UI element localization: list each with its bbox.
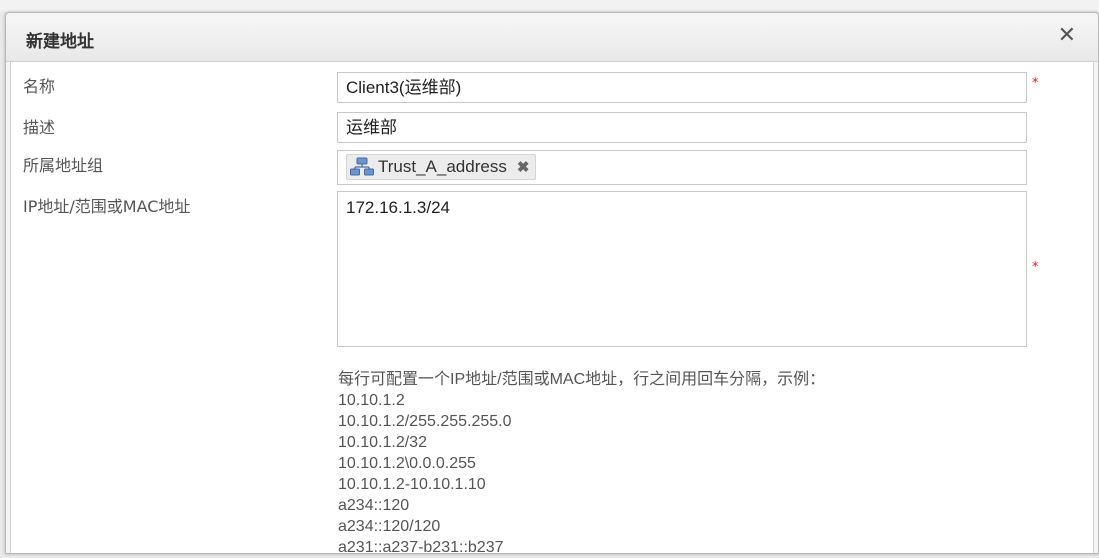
- ip-address-textarea[interactable]: 172.16.1.3/24: [337, 191, 1027, 347]
- dialog-title: 新建地址: [26, 32, 94, 52]
- hint-example: 10.10.1.2/32: [338, 434, 427, 451]
- name-required-mark: *: [1032, 76, 1039, 91]
- hint-example: a234::120: [338, 497, 410, 514]
- name-label: 名称: [23, 77, 56, 96]
- ip-address-label: IP地址/范围或MAC地址: [23, 197, 191, 216]
- address-group-label: 所属地址组: [23, 156, 104, 175]
- dialog-content: 名称 Client3(运维部) * 描述 运维部 所属地址组 Trust_A_a…: [10, 62, 1094, 556]
- dialog-titlebar: 新建地址 ✕: [6, 13, 1098, 62]
- hint-intro: 每行可配置一个IP地址/范围或MAC地址，行之间用回车分隔，示例：: [338, 371, 826, 388]
- ip-address-hint: 每行可配置一个IP地址/范围或MAC地址，行之间用回车分隔，示例： 10.10.…: [338, 369, 825, 558]
- name-input[interactable]: Client3(运维部): [337, 72, 1027, 103]
- description-label: 描述: [23, 118, 56, 137]
- remove-tag-icon[interactable]: ✖: [517, 158, 530, 176]
- ip-address-required-mark: *: [1032, 260, 1039, 275]
- hint-example: 10.10.1.2: [338, 392, 405, 409]
- hint-example: 10.10.1.2-10.10.1.10: [338, 476, 486, 493]
- address-group-input[interactable]: Trust_A_address ✖: [337, 150, 1027, 185]
- background-page: [0, 0, 1099, 12]
- hint-example: 10.10.1.2\0.0.0.255: [338, 455, 476, 472]
- network-group-icon: [350, 157, 374, 176]
- hint-example: a234::120/120: [338, 518, 441, 535]
- hint-example: a231::a237-b231::b237: [338, 539, 504, 556]
- hint-example: 10.10.1.2/255.255.255.0: [338, 413, 512, 430]
- address-group-tag: Trust_A_address ✖: [346, 154, 537, 180]
- close-icon[interactable]: ✕: [1058, 24, 1076, 48]
- new-address-dialog: 新建地址 ✕ 名称 Client3(运维部) * 描述 运维部 所属地址组 Tr…: [5, 12, 1099, 556]
- address-group-tag-label: Trust_A_address: [378, 157, 507, 176]
- description-input[interactable]: 运维部: [337, 112, 1027, 143]
